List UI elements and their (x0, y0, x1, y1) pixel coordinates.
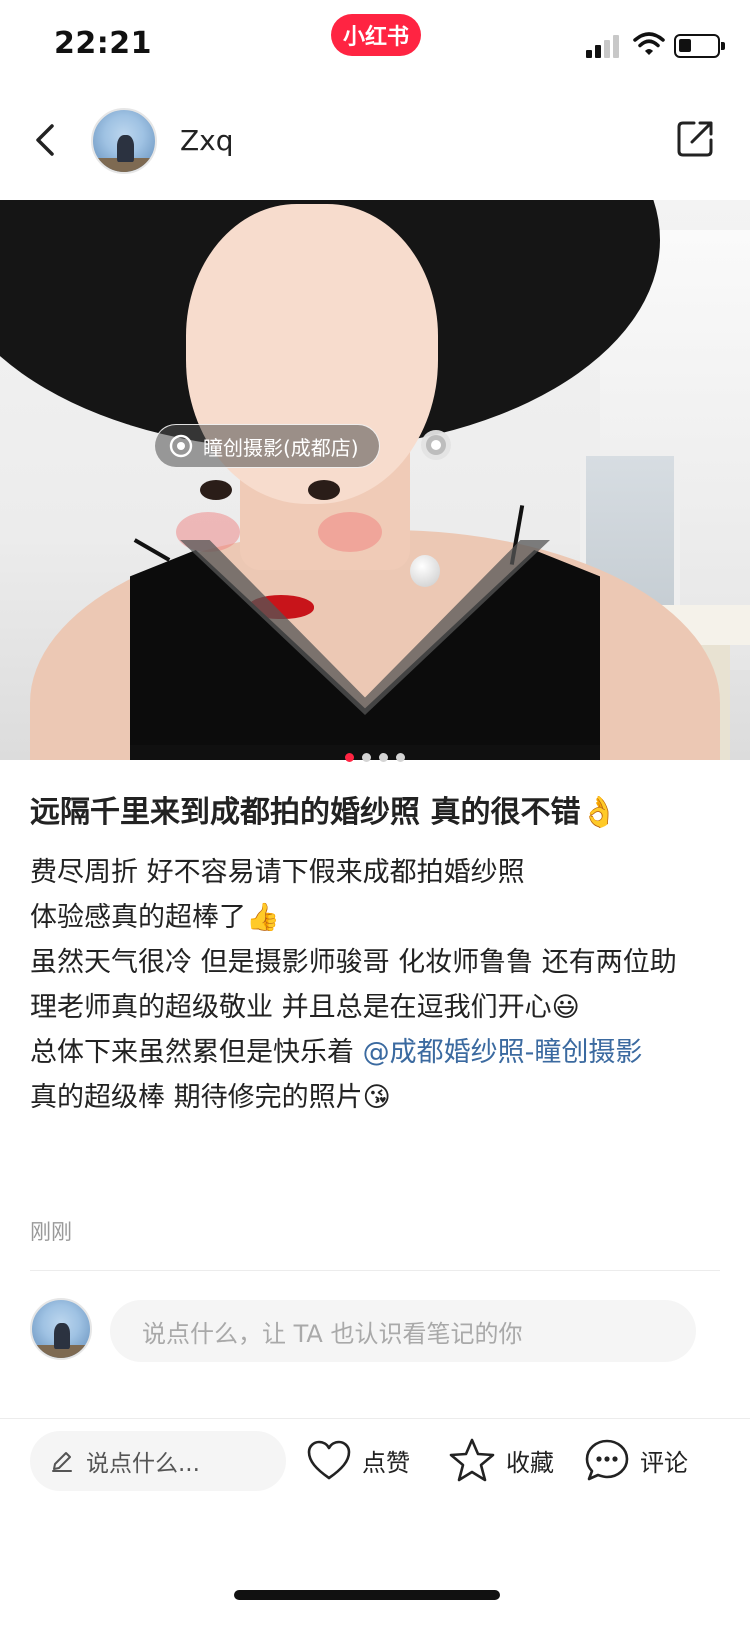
location-pin-icon (169, 434, 193, 458)
photo-pager (0, 753, 750, 765)
note-timestamp: 刚刚 (30, 1220, 72, 1244)
author-username[interactable]: Zxq (180, 124, 234, 157)
pencil-icon (52, 1452, 72, 1472)
viewer-avatar (30, 1298, 92, 1360)
note-line-with-mention: 总体下来虽然累但是快乐着 @成都婚纱照-瞳创摄影 (30, 1030, 680, 1075)
note-line: 体验感真的超棒了👍 (30, 902, 280, 933)
note-line-text: 总体下来虽然累但是快乐着 (30, 1037, 354, 1068)
comment-label: 评论 (640, 1448, 688, 1477)
star-icon (449, 1438, 495, 1482)
note-photo[interactable] (0, 200, 750, 760)
note-line: 真的超级棒 期待修完的照片😘 (30, 1082, 391, 1113)
quick-comment-input[interactable]: 说点什么... (30, 1431, 286, 1491)
home-indicator[interactable] (234, 1590, 500, 1600)
note-header: Zxq (0, 100, 750, 190)
location-anchor-dot (421, 430, 451, 460)
status-bar: 22:21 小红书 (0, 0, 750, 90)
note-title: 远隔千里来到成都拍的婚纱照 真的很不错👌 (30, 795, 618, 830)
status-time: 22:21 (54, 26, 152, 61)
cellular-signal-icon (586, 34, 622, 58)
pager-dot (379, 753, 388, 762)
heart-icon (307, 1440, 351, 1480)
location-tag[interactable]: 瞳创摄影(成都店) (154, 424, 380, 468)
comment-input[interactable]: 说点什么，让 TA 也认识看笔记的你 (110, 1300, 696, 1362)
comment-bubble-icon (585, 1439, 629, 1481)
mention-link[interactable]: @成都婚纱照-瞳创摄影 (363, 1037, 643, 1068)
pager-dot (362, 753, 371, 762)
note-line: 虽然天气很冷 但是摄影师骏哥 化妆师鲁鲁 还有两位助理老师真的超级敬业 并且总是… (30, 947, 677, 1023)
bottom-action-bar: 说点什么... 点赞 收藏 评论 (0, 1418, 750, 1518)
comment-row: 说点什么，让 TA 也认识看笔记的你 (0, 1298, 750, 1364)
pager-dot (396, 753, 405, 762)
share-icon[interactable] (674, 118, 716, 160)
quick-comment-label: 说点什么... (86, 1451, 200, 1477)
wifi-icon (633, 32, 665, 55)
pager-dot-active (345, 753, 354, 762)
author-avatar[interactable] (91, 108, 157, 174)
back-chevron-icon[interactable] (26, 118, 70, 162)
battery-icon (674, 34, 725, 58)
like-label: 点赞 (362, 1448, 410, 1477)
comment-button[interactable]: 评论 (584, 1427, 688, 1493)
location-tag-label: 瞳创摄影(成都店) (203, 435, 359, 460)
note-body: 费尽周折 好不容易请下假来成都拍婚纱照 体验感真的超棒了👍 虽然天气很冷 但是摄… (30, 850, 680, 1120)
app-badge: 小红书 (331, 14, 422, 56)
collect-label: 收藏 (506, 1448, 554, 1477)
divider (30, 1270, 720, 1271)
note-line: 费尽周折 好不容易请下假来成都拍婚纱照 (30, 857, 525, 888)
collect-button[interactable]: 收藏 (448, 1427, 554, 1493)
like-button[interactable]: 点赞 (306, 1427, 410, 1493)
